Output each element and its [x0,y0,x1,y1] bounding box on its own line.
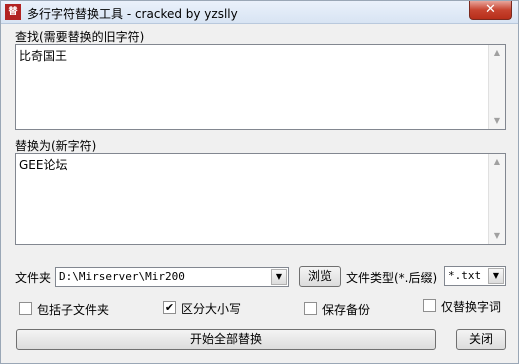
case-sensitive-label[interactable]: 区分大小写 [181,300,241,317]
scroll-up-icon[interactable]: ▲ [489,154,505,170]
include-subfolders-label[interactable]: 包括子文件夹 [37,301,109,318]
folder-value: D:\Mirserver\Mir200 [59,270,185,283]
include-subfolders-checkbox[interactable] [19,302,32,315]
chevron-down-icon[interactable]: ▼ [488,268,504,284]
replace-label: 替换为(新字符) [15,139,97,153]
case-sensitive-checkbox[interactable]: ✔ [163,301,176,314]
find-scrollbar[interactable]: ▲ ▼ [488,45,505,129]
folder-combobox[interactable]: D:\Mirserver\Mir200 ▼ [55,267,289,287]
replace-text: GEE论坛 [19,158,68,172]
scroll-down-icon[interactable]: ▼ [489,228,505,244]
replace-textarea[interactable]: GEE论坛 ▲ ▼ [15,153,506,245]
folder-label: 文件夹 [15,271,52,285]
window-title: 多行字符替换工具 - cracked by yzslly [27,7,238,21]
replace-word-only-label[interactable]: 仅替换字词 [441,298,501,315]
close-button[interactable]: 关闭 [456,329,506,350]
close-window-button[interactable]: ✕ [469,1,512,20]
filetype-value: *.txt [448,269,482,282]
find-label: 查找(需要替换的旧字符) [15,30,145,44]
title-bar[interactable]: 替 多行字符替换工具 - cracked by yzslly ✕ [1,1,518,24]
save-backup-label[interactable]: 保存备份 [322,301,370,318]
find-textarea[interactable]: 比奇国王 ▲ ▼ [15,44,506,130]
find-text: 比奇国王 [19,49,68,63]
scroll-down-icon[interactable]: ▼ [489,113,505,129]
browse-button[interactable]: 浏览 [299,266,341,287]
check-icon: ✔ [164,301,175,314]
app-window: 替 多行字符替换工具 - cracked by yzslly ✕ 查找(需要替换… [0,0,519,364]
scroll-up-icon[interactable]: ▲ [489,45,505,61]
save-backup-checkbox[interactable] [304,302,317,315]
replace-scrollbar[interactable]: ▲ ▼ [488,154,505,244]
chevron-down-icon[interactable]: ▼ [271,269,287,285]
filetype-combobox[interactable]: *.txt ▼ [444,266,506,286]
replace-all-button[interactable]: 开始全部替换 [16,329,436,350]
app-icon: 替 [5,4,21,20]
replace-word-only-checkbox[interactable] [423,299,436,312]
filetype-label: 文件类型(*.后缀) [346,271,438,285]
